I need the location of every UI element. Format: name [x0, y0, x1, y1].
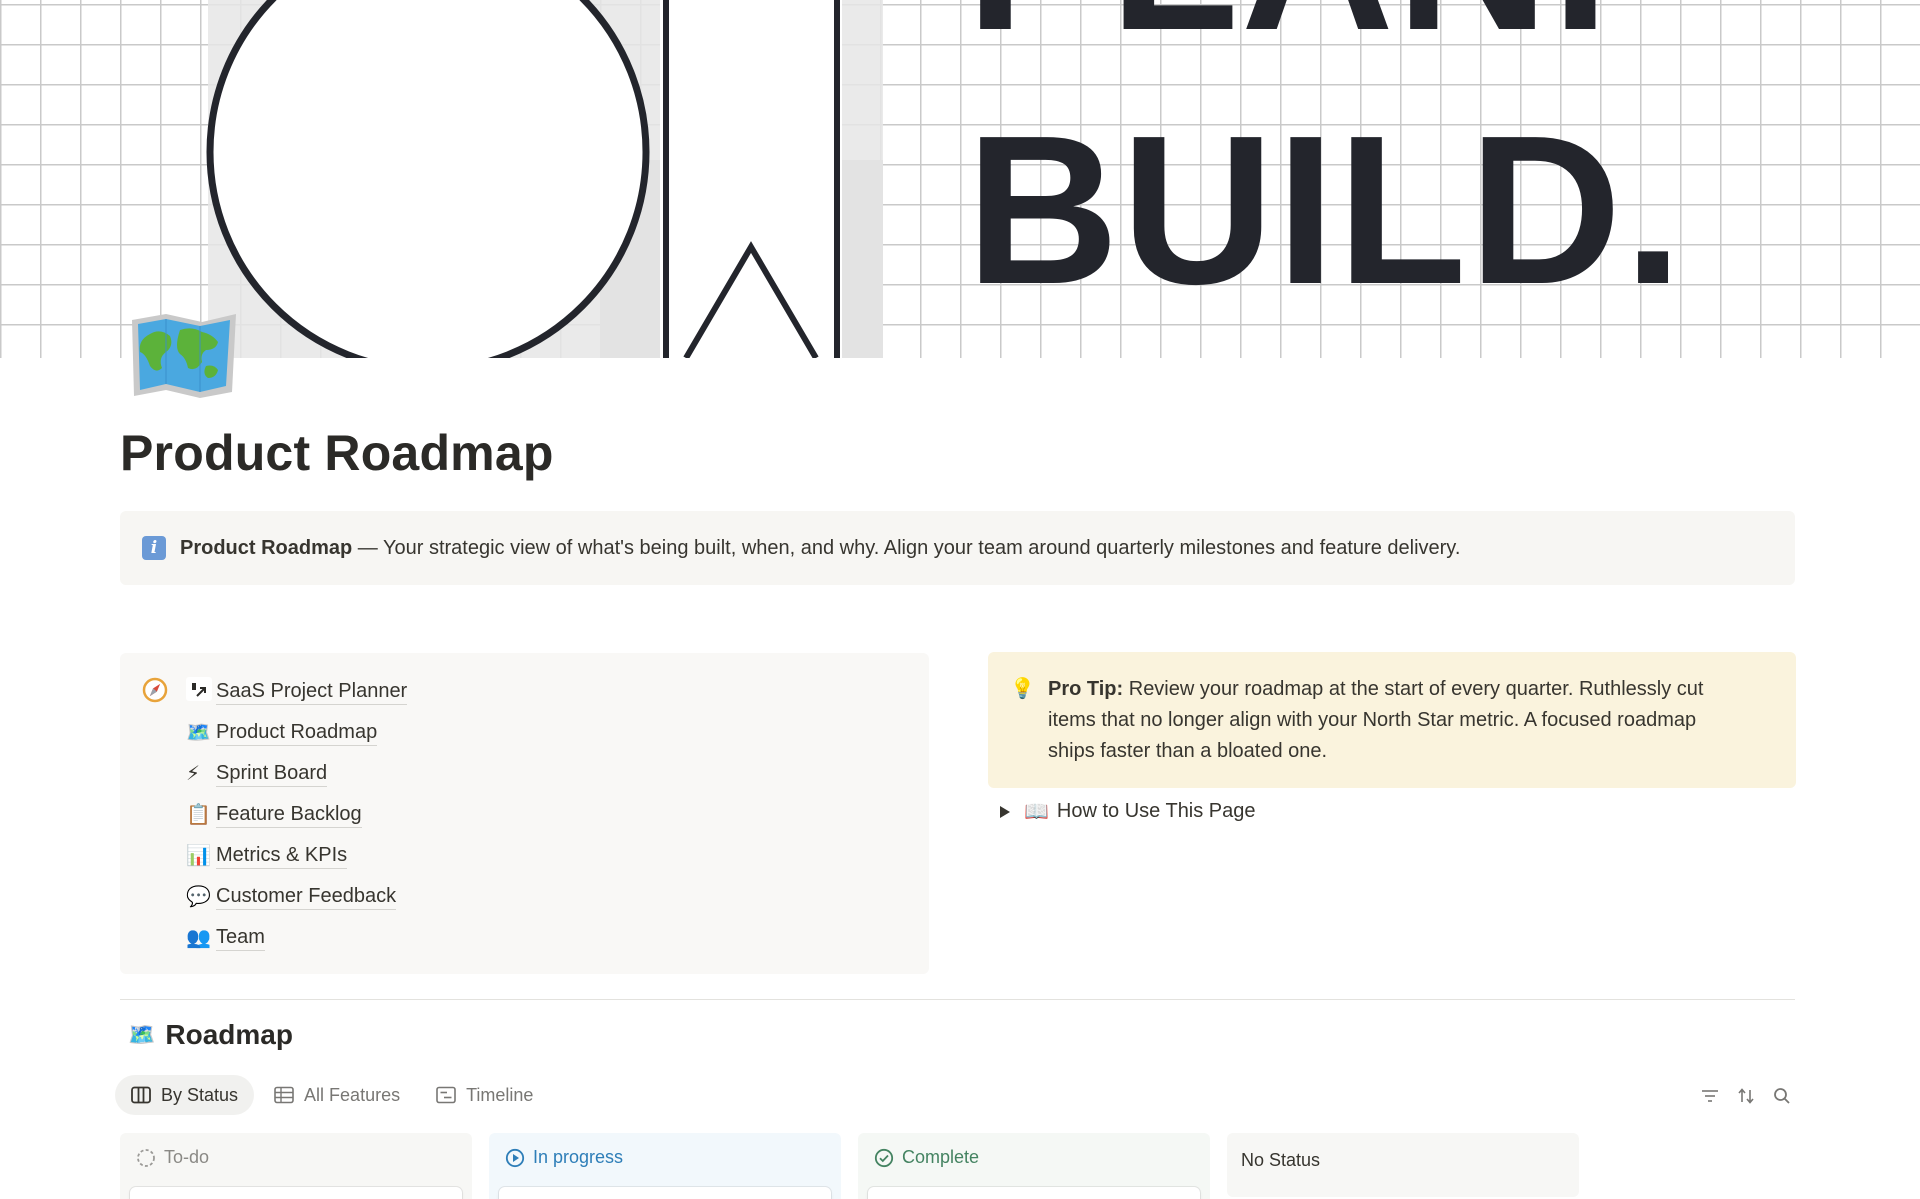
column-label: To-do: [164, 1147, 210, 1167]
roadmap-heading[interactable]: 🗺️ Roadmap: [128, 1019, 293, 1051]
filter-icon[interactable]: [1692, 1085, 1728, 1107]
toggle-label: How to Use This Page: [1056, 800, 1256, 822]
light-bulb-icon: 💡: [1010, 678, 1035, 700]
page-title[interactable]: Product Roadmap: [120, 424, 554, 482]
world-map-icon: 🗺️: [186, 722, 211, 744]
view-tabs: By Status All Features Timeline: [115, 1075, 553, 1115]
board-icon: [131, 1086, 151, 1104]
timeline-icon: [436, 1086, 456, 1104]
board-column-no-status: No Status: [1227, 1133, 1579, 1197]
cover-image: PLAN. BUILD. SHIP.: [0, 0, 1920, 358]
bar-chart-icon: 📊: [186, 845, 211, 867]
tab-all-features[interactable]: All Features: [258, 1075, 416, 1115]
column-header[interactable]: Complete: [874, 1147, 979, 1168]
people-icon: 👥: [186, 927, 211, 949]
cover-word-ship: SHIP.: [966, 332, 1502, 359]
nav-item-label: Metrics & KPIs: [216, 843, 348, 869]
info-callout-body: — Your strategic view of what's being bu…: [352, 536, 1461, 559]
play-circle-icon: [505, 1148, 525, 1167]
column-header[interactable]: To-do: [136, 1147, 209, 1168]
nav-item-metrics-kpis[interactable]: 📊 Metrics & KPIs: [186, 835, 407, 876]
sort-icon[interactable]: [1728, 1085, 1764, 1107]
nav-item-customer-feedback[interactable]: 💬 Customer Feedback: [186, 876, 407, 917]
pro-tip-bold: Pro Tip:: [1048, 678, 1124, 700]
nav-item-sprint-board[interactable]: ⚡ Sprint Board: [186, 753, 407, 794]
tab-label: Timeline: [466, 1084, 534, 1105]
cover-word-build: BUILD.: [966, 91, 1685, 328]
compass-icon: [142, 677, 168, 703]
link-arrow-icon: [186, 676, 216, 707]
board-card[interactable]: [499, 1187, 831, 1199]
board-column-in-progress: In progress: [489, 1133, 841, 1199]
speech-bubble-icon: 💬: [186, 886, 211, 908]
nav-item-label: Team: [216, 925, 265, 951]
nav-item-product-roadmap[interactable]: 🗺️ Product Roadmap: [186, 712, 407, 753]
nav-item-label: Customer Feedback: [216, 884, 397, 910]
check-circle-icon: [874, 1148, 894, 1167]
column-header[interactable]: No Status: [1241, 1150, 1320, 1171]
info-icon: i: [142, 536, 166, 560]
lightning-icon: ⚡: [186, 763, 201, 785]
nav-item-team[interactable]: 👥 Team: [186, 917, 407, 958]
world-map-icon: 🗺️: [128, 1022, 156, 1047]
navigation-callout: SaaS Project Planner 🗺️ Product Roadmap …: [120, 653, 929, 974]
roadmap-title: Roadmap: [165, 1019, 293, 1050]
info-callout-bold: Product Roadmap: [180, 536, 353, 559]
column-label: Complete: [902, 1147, 980, 1167]
info-callout-text[interactable]: Product Roadmap — Your strategic view of…: [180, 537, 1460, 560]
board-column-complete: Complete: [858, 1133, 1210, 1199]
board-card[interactable]: [130, 1187, 462, 1199]
table-icon: [274, 1086, 294, 1104]
dashed-circle-icon: [137, 1148, 155, 1167]
tab-by-status[interactable]: By Status: [115, 1075, 255, 1115]
clipboard-icon: 📋: [186, 804, 211, 826]
toggle-triangle-icon[interactable]: [1000, 805, 1010, 818]
pro-tip-text[interactable]: Pro Tip: Review your roadmap at the star…: [1048, 674, 1748, 767]
nav-item-feature-backlog[interactable]: 📋 Feature Backlog: [186, 794, 407, 835]
pro-tip-body: Review your roadmap at the start of ever…: [1048, 678, 1704, 762]
view-tools: [1692, 1085, 1800, 1107]
pro-tip-callout: 💡 Pro Tip: Review your roadmap at the st…: [988, 652, 1796, 788]
book-icon: 📖: [1024, 801, 1049, 823]
cover-word-plan: PLAN.: [966, 0, 1612, 62]
divider: [120, 999, 1795, 1000]
column-label: In progress: [533, 1147, 624, 1167]
board-column-todo: To-do: [120, 1133, 472, 1199]
how-to-use-toggle[interactable]: 📖 How to Use This Page: [998, 799, 1256, 824]
tab-label: All Features: [304, 1084, 401, 1105]
tab-label: By Status: [161, 1084, 239, 1105]
nav-item-saas-project-planner[interactable]: SaaS Project Planner: [186, 671, 408, 712]
column-header[interactable]: In progress: [505, 1147, 623, 1168]
world-map-icon[interactable]: [128, 312, 240, 398]
nav-item-label: Feature Backlog: [216, 802, 362, 828]
info-callout: i Product Roadmap — Your strategic view …: [120, 511, 1795, 585]
search-icon[interactable]: [1764, 1085, 1800, 1107]
board-card[interactable]: [868, 1187, 1200, 1199]
nav-item-label: SaaS Project Planner: [216, 679, 408, 705]
tab-timeline[interactable]: Timeline: [420, 1075, 549, 1115]
nav-item-label: Product Roadmap: [216, 720, 378, 746]
column-label: No Status: [1241, 1150, 1321, 1170]
nav-item-label: Sprint Board: [216, 761, 328, 787]
